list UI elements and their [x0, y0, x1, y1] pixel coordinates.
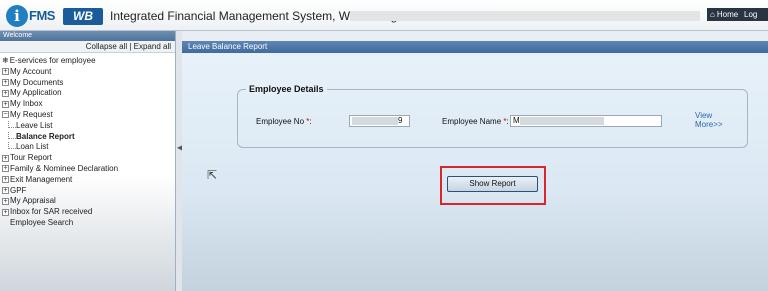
- redacted-value: [519, 116, 604, 125]
- label-colon: :: [506, 117, 509, 126]
- sidebar-item-leave-list[interactable]: Leave List: [2, 120, 175, 132]
- home-button[interactable]: ⌂ Home: [707, 8, 742, 21]
- logout-button[interactable]: Log: [741, 8, 768, 21]
- fieldset-legend: Employee Details: [246, 84, 327, 94]
- expand-icon[interactable]: +: [2, 78, 9, 86]
- sidebar-item-label: My Inbox: [10, 99, 43, 109]
- sidebar-item-my-appraisal[interactable]: + My Appraisal: [2, 196, 175, 207]
- navigation-tree: ❄E-services for employee + My Account + My …: [0, 53, 175, 229]
- sidebar-item-label: My Documents: [10, 77, 64, 87]
- collapse-icon[interactable]: −: [2, 111, 9, 119]
- expand-icon[interactable]: +: [2, 165, 9, 173]
- tree-root[interactable]: ❄E-services for employee: [2, 56, 175, 67]
- sidebar-item-label: Tour Report: [10, 153, 52, 163]
- expand-icon[interactable]: +: [2, 89, 9, 97]
- globe-icon: ❄: [2, 56, 9, 65]
- expand-icon[interactable]: +: [2, 186, 9, 194]
- sidebar-item-employee-search[interactable]: Employee Search: [2, 218, 175, 229]
- sidebar-item-label: Balance Report: [16, 131, 75, 141]
- sidebar-item-label: My Appraisal: [10, 196, 56, 206]
- sidebar-item-exit-management[interactable]: + Exit Management: [2, 175, 175, 186]
- tree-controls-separator: |: [129, 42, 132, 51]
- employee-name-visible-initial: M: [513, 116, 520, 125]
- collapse-all-link[interactable]: Collapse all: [86, 42, 127, 51]
- employee-name-label-text: Employee Name: [442, 117, 502, 126]
- tree-controls: Collapse all | Expand all: [0, 41, 175, 53]
- sidebar-item-label: Inbox for SAR received: [10, 207, 93, 217]
- view-more-line2: More>>: [695, 120, 723, 129]
- panel-title: Leave Balance Report: [182, 41, 768, 53]
- expand-icon[interactable]: +: [2, 176, 9, 184]
- sidebar-item-label: GPF: [10, 185, 27, 195]
- employee-name-field[interactable]: M: [510, 115, 662, 127]
- sidebar-item-label: My Request: [10, 109, 53, 119]
- employee-no-label-text: Employee No: [256, 117, 305, 126]
- expand-icon[interactable]: +: [2, 208, 9, 216]
- sidebar-item-my-request[interactable]: − My Request: [2, 110, 175, 121]
- welcome-bar: Welcome: [0, 31, 175, 41]
- sidebar-item-label: Exit Management: [10, 174, 73, 184]
- expand-icon[interactable]: +: [2, 197, 9, 205]
- logo-wb-badge: WB: [63, 8, 103, 25]
- sidebar-item-balance-report[interactable]: Balance Report: [2, 131, 175, 143]
- ifms-logo: i FMS WB: [6, 5, 103, 27]
- sidebar-item-label: Family & Nominee Declaration: [10, 163, 119, 173]
- main-content: Leave Balance Report Employee Details Em…: [182, 41, 768, 291]
- label-colon: :: [309, 117, 312, 126]
- logout-label: Log: [744, 10, 758, 19]
- home-icon: ⌂: [710, 10, 715, 19]
- logo-fms-text: FMS: [29, 8, 55, 23]
- employee-name-label: Employee Name *:: [442, 117, 509, 126]
- employee-no-visible-digit: 9: [398, 116, 403, 125]
- sidebar-item-gpf[interactable]: + GPF: [2, 186, 175, 197]
- employee-no-field[interactable]: 9: [349, 115, 410, 127]
- sidebar-item-label: Employee Search: [10, 217, 74, 227]
- sidebar-item-my-application[interactable]: + My Application: [2, 88, 175, 99]
- sidebar-item-my-account[interactable]: + My Account: [2, 67, 175, 78]
- expand-icon[interactable]: +: [2, 154, 9, 162]
- expand-icon[interactable]: +: [2, 100, 9, 108]
- show-report-button[interactable]: Show Report: [447, 176, 538, 192]
- logo-info-icon: i: [6, 5, 28, 27]
- sidebar-item-label: My Account: [10, 66, 52, 76]
- employee-no-label: Employee No *:: [256, 117, 312, 126]
- employee-details-fieldset: Employee Details Employee No *: 9 Employ…: [237, 84, 748, 148]
- home-label: Home: [716, 10, 739, 19]
- tree-root-label: E-services for employee: [9, 56, 96, 65]
- sidebar-item-family-nominee-declaration[interactable]: + Family & Nominee Declaration: [2, 164, 175, 175]
- sidebar-item-loan-list[interactable]: Loan List: [2, 142, 175, 153]
- sidebar-item-tour-report[interactable]: + Tour Report: [2, 153, 175, 164]
- expand-all-link[interactable]: Expand all: [134, 42, 171, 51]
- sidebar-item-label: My Application: [10, 88, 62, 98]
- view-more-link[interactable]: View More>>: [695, 111, 723, 129]
- view-more-line1: View: [695, 111, 713, 120]
- sidebar-item-label: Loan List: [16, 142, 49, 152]
- sidebar-item-label: Leave List: [16, 120, 53, 130]
- sidebar-item-inbox-for-sar-received[interactable]: + Inbox for SAR received: [2, 207, 175, 218]
- app-header: i FMS WB Integrated Financial Management…: [0, 0, 768, 31]
- expand-icon[interactable]: +: [2, 68, 9, 76]
- redacted-header-info: [350, 11, 700, 21]
- mouse-cursor-icon: ⇱: [207, 168, 218, 182]
- redacted-value: [352, 116, 398, 125]
- sidebar-item-my-documents[interactable]: + My Documents: [2, 78, 175, 89]
- sidebar: Welcome Collapse all | Expand all ❄E-ser…: [0, 31, 176, 291]
- sidebar-item-my-inbox[interactable]: + My Inbox: [2, 99, 175, 110]
